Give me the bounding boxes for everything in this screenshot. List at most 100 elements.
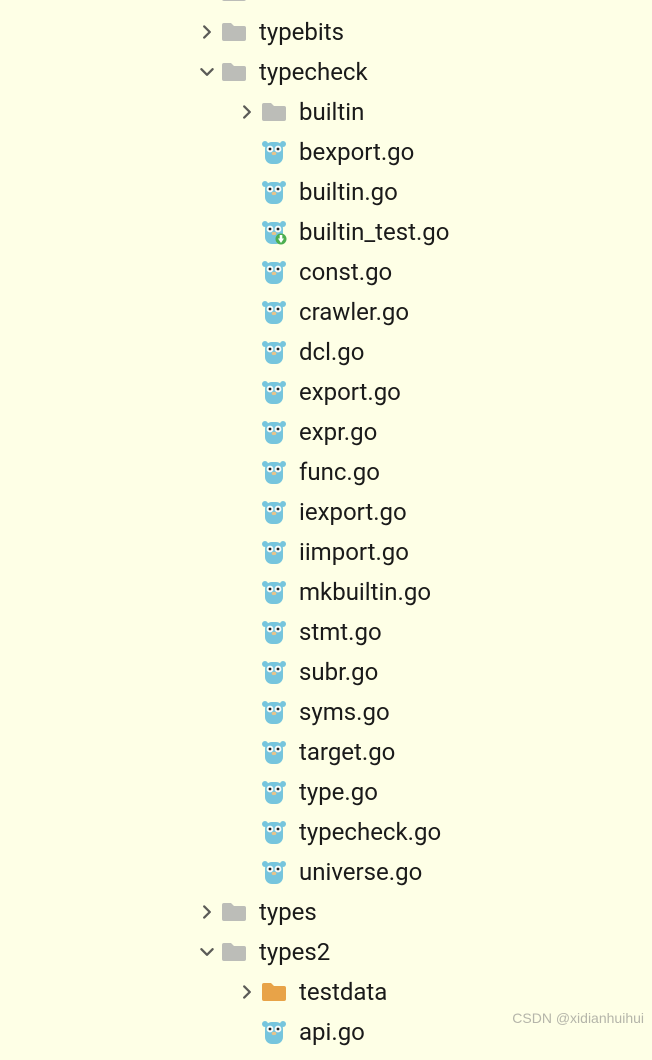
tree-node-label: mkbuiltin.go <box>299 578 431 606</box>
tree-node[interactable]: crawler.go <box>0 292 652 332</box>
go-file-icon <box>261 298 287 326</box>
tree-node[interactable]: typebits <box>0 12 652 52</box>
tree-node[interactable]: builtin_test.go <box>0 212 652 252</box>
watermark: CSDN @xidianhuihui <box>512 1010 644 1026</box>
tree-node[interactable]: const.go <box>0 252 652 292</box>
go-file-icon <box>259 618 289 646</box>
go-file-icon <box>259 258 289 286</box>
go-file-icon <box>259 178 289 206</box>
tree-node[interactable]: types <box>0 892 652 932</box>
tree-node[interactable]: bexport.go <box>0 132 652 172</box>
expand-arrow[interactable] <box>235 985 259 999</box>
tree-node-label: export.go <box>299 378 401 406</box>
chevron-right-icon <box>200 25 214 39</box>
tree-node[interactable]: syms.go <box>0 692 652 732</box>
go-file-icon <box>261 538 287 566</box>
tree-node-label: bexport.go <box>299 138 414 166</box>
tree-node[interactable]: mkbuiltin.go <box>0 572 652 612</box>
tree-node-label: typebits <box>259 18 344 46</box>
folder-icon <box>259 981 289 1003</box>
tree-node[interactable]: test <box>0 0 652 12</box>
tree-node-label: expr.go <box>299 418 377 446</box>
tree-node[interactable]: dcl.go <box>0 332 652 372</box>
tree-node[interactable]: typecheck <box>0 52 652 92</box>
tree-node[interactable]: universe.go <box>0 852 652 892</box>
tree-node[interactable]: iexport.go <box>0 492 652 532</box>
go-file-icon <box>259 698 289 726</box>
tree-node[interactable]: type.go <box>0 772 652 812</box>
folder-icon <box>221 61 247 83</box>
folder-icon <box>219 901 249 923</box>
tree-node[interactable]: iimport.go <box>0 532 652 572</box>
go-file-icon <box>259 1018 289 1046</box>
tree-node-label: api.go <box>299 1018 365 1046</box>
expand-arrow[interactable] <box>195 945 219 959</box>
tree-node-label: testdata <box>299 978 387 1006</box>
folder-icon <box>261 101 287 123</box>
tree-node[interactable]: builtin.go <box>0 172 652 212</box>
folder-icon <box>219 0 249 3</box>
tree-node[interactable]: builtin <box>0 92 652 132</box>
expand-arrow[interactable] <box>195 65 219 79</box>
tree-node-label: types <box>259 898 317 926</box>
expand-arrow[interactable] <box>195 25 219 39</box>
tree-node-label: iexport.go <box>299 498 407 526</box>
go-file-icon <box>259 578 289 606</box>
go-file-icon <box>259 418 289 446</box>
chevron-down-icon <box>200 945 214 959</box>
go-file-icon <box>261 778 287 806</box>
tree-node-label: dcl.go <box>299 338 364 366</box>
go-file-icon <box>261 258 287 286</box>
go-file-icon <box>259 778 289 806</box>
tree-node[interactable]: subr.go <box>0 652 652 692</box>
tree-node[interactable]: target.go <box>0 732 652 772</box>
expand-arrow[interactable] <box>195 905 219 919</box>
tree-node-label: target.go <box>299 738 395 766</box>
tree-node[interactable]: func.go <box>0 452 652 492</box>
tree-node-label: iimport.go <box>299 538 409 566</box>
tree-node[interactable]: expr.go <box>0 412 652 452</box>
go-file-icon <box>261 418 287 446</box>
go-file-icon <box>261 178 287 206</box>
go-file-icon <box>259 818 289 846</box>
folder-icon <box>221 21 247 43</box>
tree-node-label: types2 <box>259 938 330 966</box>
tree-node[interactable]: testdata <box>0 972 652 1012</box>
tree-node[interactable]: stmt.go <box>0 612 652 652</box>
go-file-icon <box>261 378 287 406</box>
folder-icon <box>219 21 249 43</box>
go-file-icon <box>259 298 289 326</box>
folder-icon <box>261 981 287 1003</box>
tree-node-label: syms.go <box>299 698 390 726</box>
go-file-icon <box>261 618 287 646</box>
go-file-icon <box>261 338 287 366</box>
chevron-right-icon <box>240 985 254 999</box>
go-file-icon <box>261 698 287 726</box>
go-file-icon <box>261 578 287 606</box>
tree-node[interactable]: export.go <box>0 372 652 412</box>
folder-icon <box>221 901 247 923</box>
go-file-icon <box>259 538 289 566</box>
expand-arrow[interactable] <box>235 105 259 119</box>
tree-node-label: test <box>259 0 300 6</box>
tree-node-label: typecheck <box>259 58 368 86</box>
go-file-icon <box>259 738 289 766</box>
chevron-right-icon <box>200 905 214 919</box>
tree-node-label: typecheck.go <box>299 818 441 846</box>
tree-node-label: const.go <box>299 258 392 286</box>
go-test-file-icon <box>261 218 287 246</box>
go-file-icon <box>259 498 289 526</box>
go-file-icon <box>259 658 289 686</box>
folder-icon <box>219 941 249 963</box>
tree-node-label: type.go <box>299 778 378 806</box>
go-file-icon <box>261 498 287 526</box>
go-file-icon <box>259 338 289 366</box>
folder-icon <box>259 101 289 123</box>
tree-node-label: crawler.go <box>299 298 409 326</box>
go-file-icon <box>261 658 287 686</box>
folder-icon <box>219 61 249 83</box>
tree-node[interactable]: types2 <box>0 932 652 972</box>
folder-icon <box>221 941 247 963</box>
tree-node[interactable]: typecheck.go <box>0 812 652 852</box>
go-file-icon <box>259 138 289 166</box>
